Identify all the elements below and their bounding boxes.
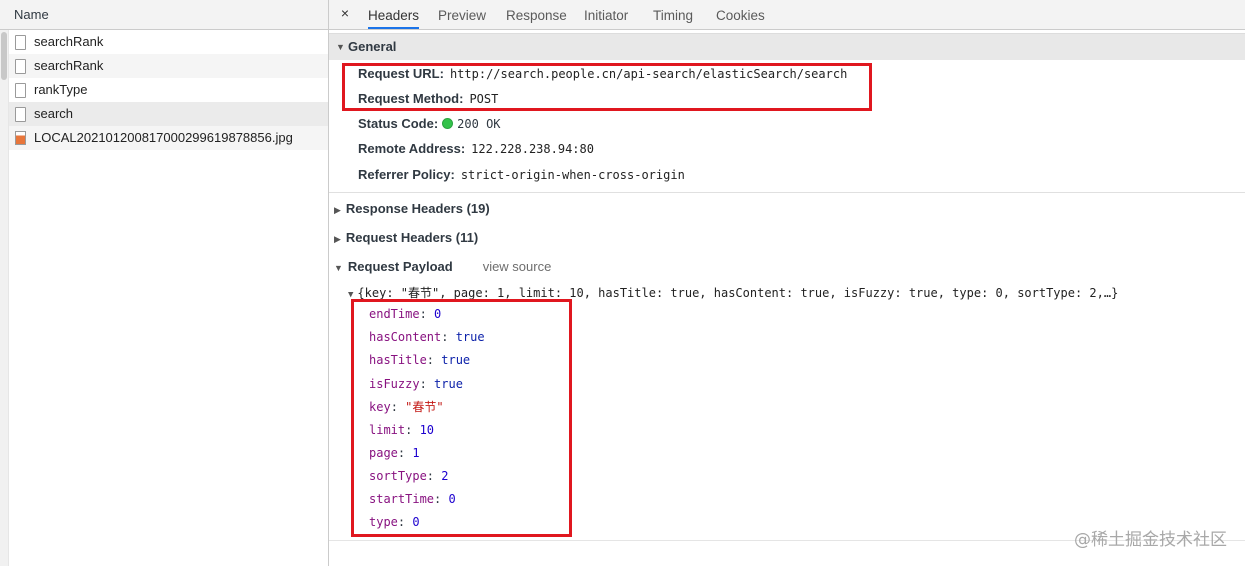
header-key: Status Code: [358, 116, 439, 131]
tab-response[interactable]: Response [506, 0, 567, 29]
payload-property: endTime: 0 [369, 307, 442, 321]
property-key: isFuzzy [369, 377, 420, 391]
section-divider [329, 192, 1245, 193]
property-value: 0 [412, 515, 420, 529]
property-value: true [441, 353, 471, 367]
property-key: endTime [369, 307, 420, 321]
request-row[interactable]: LOCAL20210120081700029961987885‌6.jpg [9, 126, 328, 150]
header-key: Request URL: [358, 66, 444, 81]
property-key: startTime [369, 492, 435, 506]
image-icon [15, 131, 26, 145]
property-value: 0 [434, 307, 442, 321]
header-value[interactable]: strict-origin-when-cross-origin [461, 168, 685, 182]
request-row[interactable]: searchRank [9, 54, 328, 78]
header-row-remote-address: Remote Address: 122.228.238.94:80 [358, 139, 594, 159]
section-title: Request Payload [347, 259, 453, 274]
property-key: key [369, 400, 391, 414]
file-icon [15, 106, 26, 122]
property-value: 1 [412, 446, 420, 460]
property-key: type [369, 515, 398, 529]
request-row[interactable]: searchRank [9, 30, 328, 54]
header-value[interactable]: http://search.people.cn/api-search/elast… [450, 67, 847, 81]
triangle-right-icon: ▶ [334, 234, 341, 244]
property-key: page [369, 446, 398, 460]
tab-preview[interactable]: Preview [438, 0, 486, 29]
request-name: search [34, 106, 74, 121]
tab-headers[interactable]: Headers [368, 0, 420, 29]
section-title: Response Headers (19) [345, 201, 490, 216]
response-headers-section[interactable]: ▶ Response Headers (19) [334, 199, 490, 219]
payload-summary[interactable]: ▼ {key: "春节", page: 1, limit: 10, hasTitl… [348, 284, 1118, 301]
property-key: hasContent [369, 330, 442, 344]
property-value: true [455, 330, 485, 344]
request-details-pane: × Headers Preview Response Initiator Tim… [329, 0, 1245, 566]
payload-property: limit: 10 [369, 423, 435, 437]
header-value[interactable]: 200 OK [457, 117, 500, 131]
payload-summary-text: {key: "春节", page: 1, limit: 10, hasTitle… [357, 286, 1119, 300]
payload-property: isFuzzy: true [369, 377, 463, 391]
details-tab-bar: × Headers Preview Response Initiator Tim… [329, 0, 1245, 30]
property-value: "春节" [405, 400, 444, 414]
scrollbar-thumb[interactable] [1, 32, 7, 80]
request-payload-section[interactable]: ▼ Request Payload view source [334, 257, 551, 277]
triangle-down-icon: ▼ [334, 263, 343, 273]
request-list: searchRank searchRank rankType search LO… [9, 30, 328, 150]
payload-property: hasContent: true [369, 330, 485, 344]
triangle-right-icon: ▶ [334, 205, 341, 215]
payload-property: page: 1 [369, 446, 420, 460]
request-row[interactable]: rankType [9, 78, 328, 102]
tab-timing[interactable]: Timing [653, 0, 693, 29]
general-section-header[interactable]: ▼ General [329, 33, 1245, 60]
property-key: limit [369, 423, 406, 437]
request-name: rankType [34, 82, 88, 97]
property-key: sortType [369, 469, 427, 483]
file-icon [15, 34, 26, 50]
name-column-header[interactable]: Name [0, 0, 328, 30]
request-list-scrollbar[interactable] [0, 30, 9, 566]
triangle-down-icon: ▼ [348, 290, 354, 300]
header-value[interactable]: POST [469, 92, 498, 106]
header-key: Request Method: [358, 91, 464, 106]
status-ok-icon [442, 118, 454, 129]
property-value: 10 [419, 423, 435, 437]
file-icon [15, 58, 26, 74]
request-row-selected[interactable]: search [9, 102, 328, 126]
close-icon[interactable]: × [338, 5, 352, 21]
section-title: General [348, 39, 397, 54]
request-name: searchRank [34, 58, 104, 73]
payload-property: startTime: 0 [369, 492, 456, 506]
property-value: 0 [448, 492, 456, 506]
request-name: LOCAL20210120081700029961987885‌6.jpg [34, 130, 293, 145]
tab-cookies[interactable]: Cookies [716, 0, 765, 29]
watermark: @稀土掘金技术社区 [1074, 530, 1227, 550]
property-key: hasTitle [369, 353, 427, 367]
header-key: Remote Address: [358, 141, 466, 156]
property-value: true [434, 377, 463, 391]
header-row-status-code: Status Code: 200 OK [358, 114, 501, 134]
tab-initiator[interactable]: Initiator [584, 0, 628, 29]
payload-property: hasTitle: true [369, 353, 471, 367]
triangle-down-icon: ▼ [336, 42, 345, 52]
request-name: searchRank [34, 34, 104, 49]
payload-property: key: "春节" [369, 400, 444, 414]
name-column-label: Name [14, 7, 49, 22]
header-row-request-url: Request URL: http://search.people.cn/api-… [358, 64, 847, 84]
payload-property: type: 0 [369, 515, 420, 529]
view-source-link[interactable]: view source [483, 259, 552, 274]
request-list-pane: Name searchRank searchRank rankType sear… [0, 0, 329, 566]
request-headers-section[interactable]: ▶ Request Headers (11) [334, 228, 478, 248]
property-value: 2 [441, 469, 449, 483]
header-row-referrer-policy: Referrer Policy: strict-origin-when-cross… [358, 165, 685, 185]
header-row-request-method: Request Method: POST [358, 89, 498, 109]
header-key: Referrer Policy: [358, 167, 455, 182]
section-title: Request Headers (11) [345, 230, 479, 245]
payload-property: sortType: 2 [369, 469, 449, 483]
file-icon [15, 82, 26, 98]
header-value[interactable]: 122.228.238.94:80 [471, 142, 594, 156]
